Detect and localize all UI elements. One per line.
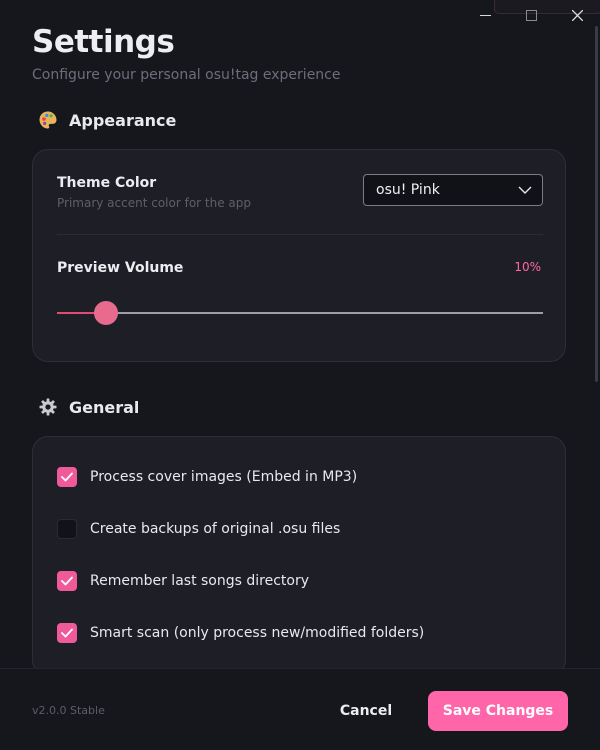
checkbox[interactable]	[57, 571, 77, 591]
option-smart-scan[interactable]: Smart scan (only process new/modified fo…	[57, 623, 424, 643]
option-process-cover-images[interactable]: Process cover images (Embed in MP3)	[57, 467, 357, 487]
appearance-section-title: Appearance	[69, 110, 177, 130]
option-remember-songs-directory[interactable]: Remember last songs directory	[57, 571, 309, 591]
appearance-divider	[57, 234, 543, 235]
footer: v2.0.0 Stable Cancel Save Changes	[0, 668, 600, 750]
gear-icon	[38, 397, 58, 417]
appearance-section-header: Appearance	[38, 110, 176, 130]
general-card: Process cover images (Embed in MP3) Crea…	[32, 436, 566, 668]
appearance-card: Theme Color Primary accent color for the…	[32, 149, 566, 362]
preview-volume-title: Preview Volume	[57, 260, 184, 276]
theme-color-title: Theme Color	[57, 175, 157, 191]
checkbox[interactable]	[57, 623, 77, 643]
checkbox[interactable]	[57, 519, 77, 539]
page-subtitle: Configure your personal osu!tag experien…	[32, 67, 341, 83]
chevron-down-icon	[518, 186, 532, 194]
scrollbar[interactable]	[595, 26, 598, 382]
preview-volume-slider[interactable]	[57, 300, 543, 325]
option-label: Smart scan (only process new/modified fo…	[90, 625, 425, 641]
checkmark-icon	[61, 472, 73, 482]
general-section-header: General	[38, 397, 139, 417]
preview-volume-value: 10%	[514, 260, 541, 274]
palette-icon	[38, 110, 58, 130]
slider-thumb[interactable]	[93, 301, 118, 325]
option-label: Process cover images (Embed in MP3)	[90, 469, 358, 485]
slider-track	[57, 312, 543, 314]
checkmark-icon	[61, 576, 73, 586]
page-title: Settings	[32, 24, 175, 60]
option-label: Create backups of original .osu files	[90, 521, 341, 537]
theme-color-selected-value: osu! Pink	[376, 182, 440, 198]
theme-color-select[interactable]: osu! Pink	[363, 174, 543, 206]
version-label: v2.0.0 Stable	[32, 704, 105, 717]
checkbox[interactable]	[57, 467, 77, 487]
checkmark-icon	[61, 628, 73, 638]
save-changes-button[interactable]: Save Changes	[428, 691, 568, 731]
general-section-title: General	[69, 397, 140, 417]
option-create-backups[interactable]: Create backups of original .osu files	[57, 519, 340, 539]
theme-color-description: Primary accent color for the app	[57, 196, 252, 210]
option-label: Remember last songs directory	[90, 573, 310, 589]
settings-window: Settings Configure your personal osu!tag…	[0, 0, 600, 750]
settings-scroll-area[interactable]: Settings Configure your personal osu!tag…	[0, 0, 600, 668]
cancel-button[interactable]: Cancel	[326, 691, 406, 731]
